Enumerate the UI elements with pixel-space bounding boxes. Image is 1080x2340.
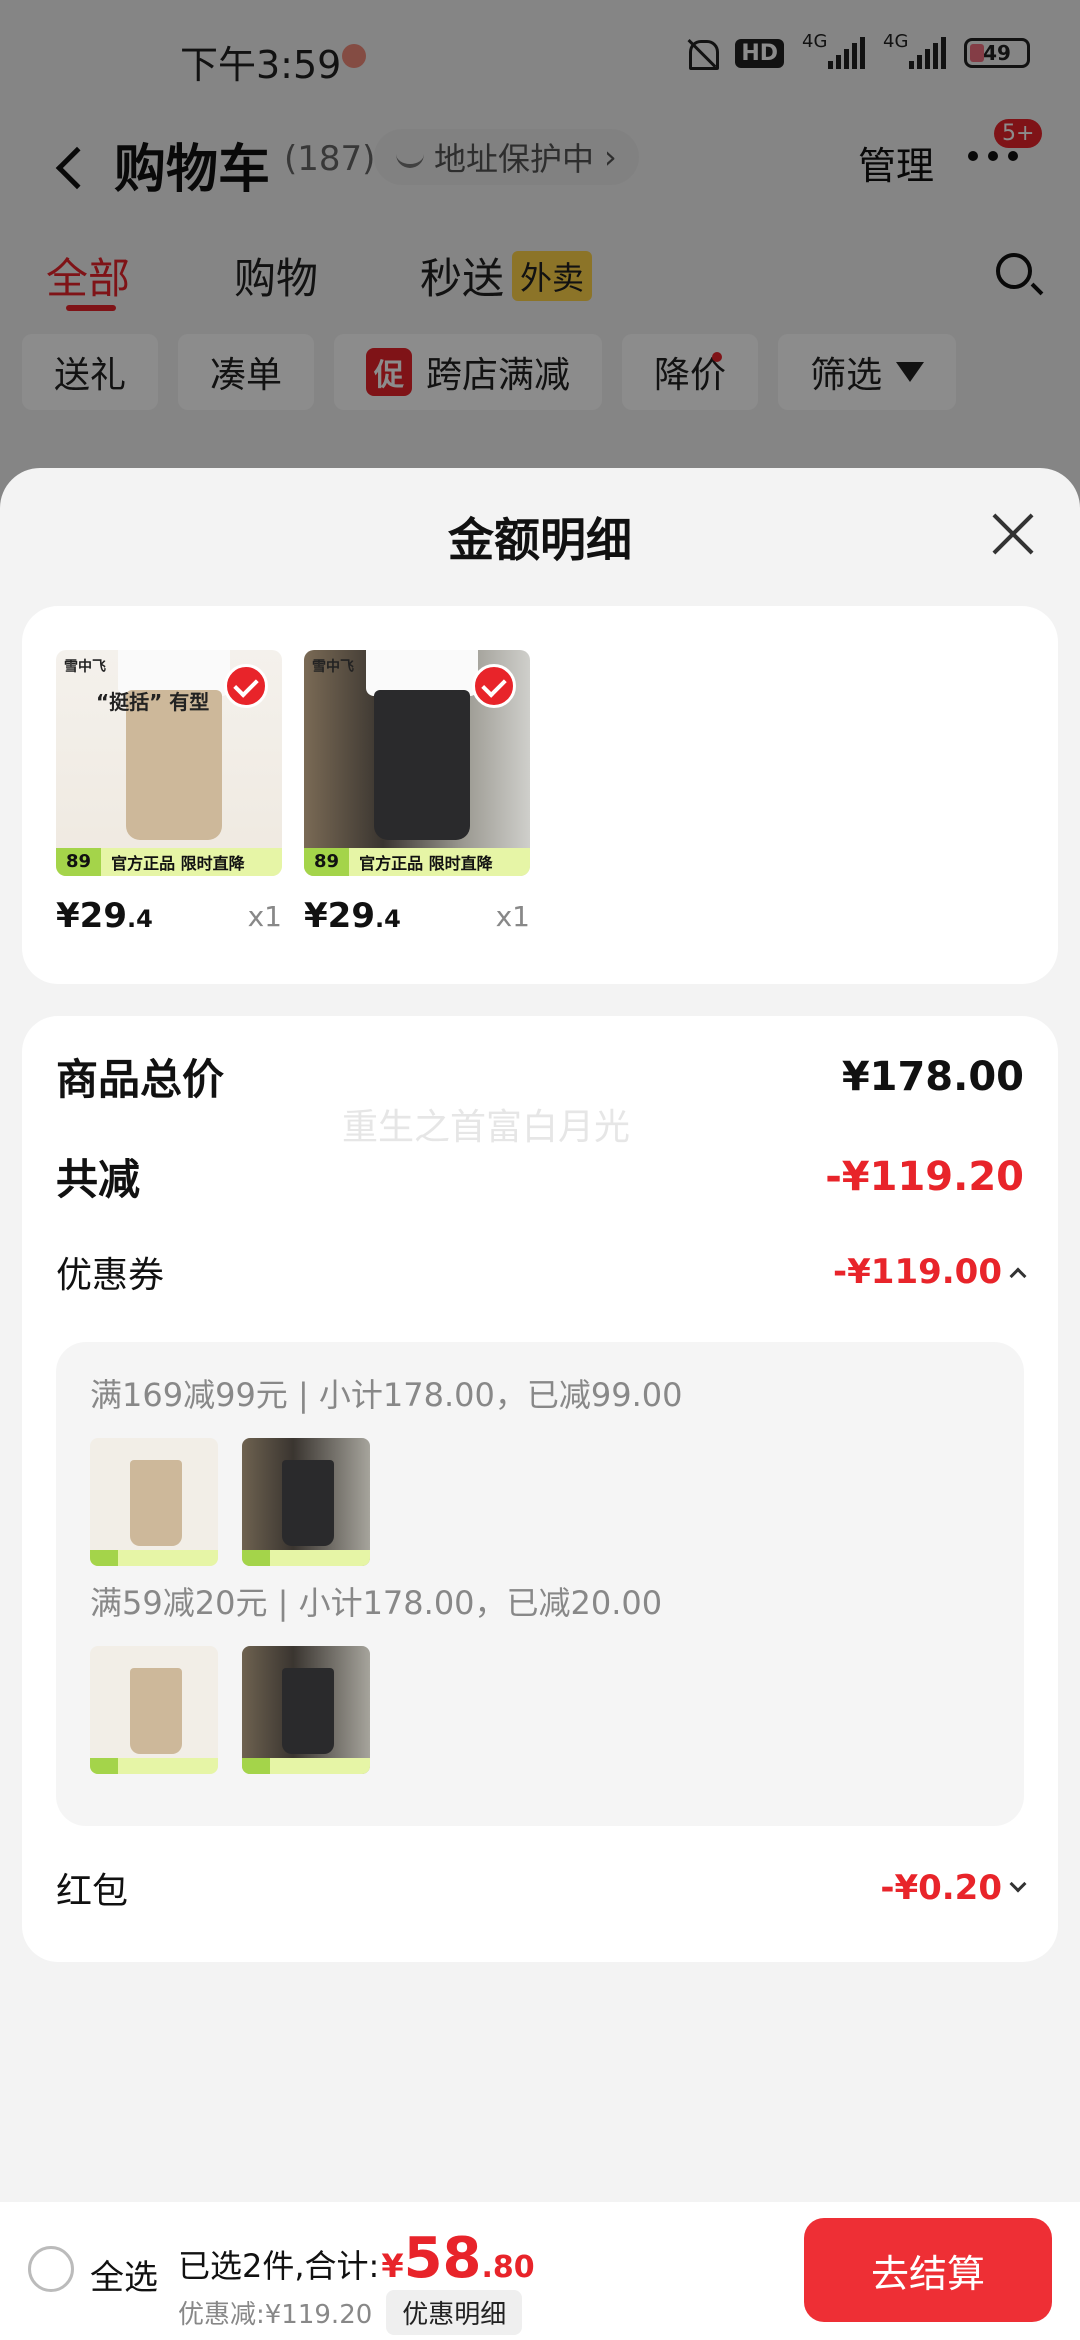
check-icon (472, 664, 516, 708)
chevron-down-icon (1009, 1875, 1027, 1893)
select-all-radio[interactable] (28, 2246, 74, 2292)
mini-product-image (242, 1438, 370, 1566)
amount-detail-sheet: 金额明细 雪中飞 “挺括” 有型 89 官方正品 限时直降 ¥29.4 x1 雪… (0, 468, 1080, 2340)
promo-price: 89 (304, 848, 350, 876)
redpacket-value: -¥0.20 (880, 1868, 1002, 1908)
cart-item[interactable]: 雪中飞 “挺括” 有型 89 官方正品 限时直降 ¥29.4 x1 (56, 650, 282, 936)
checkout-bar: 全选 已选2件,合计: ¥ 58 .80 优惠减:¥119.20 优惠明细 去结… (0, 2202, 1080, 2340)
promo-strip: 89 官方正品 限时直降 (56, 848, 282, 876)
promo-strip: 89 官方正品 限时直降 (304, 848, 530, 876)
product-slogan: “挺括” 有型 (96, 690, 210, 714)
coupon-items (90, 1646, 370, 1774)
selected-count: 已选2件,合计: (178, 2247, 380, 2285)
total-amount-decimal: .80 (481, 2250, 535, 2285)
total-row: 商品总价 ¥178.00 (56, 1046, 1024, 1107)
total-summary: 已选2件,合计: ¥ 58 .80 (178, 2226, 535, 2291)
reduce-value: -¥119.20 (825, 1153, 1024, 1200)
total-label: 商品总价 (56, 1055, 225, 1104)
price-detail-card: 重生之首富白月光 商品总价 ¥178.00 共减 -¥119.20 优惠券 -¥… (22, 1016, 1058, 1962)
coupon-row[interactable]: 优惠券 -¥119.00 (56, 1246, 1027, 1298)
discount-text: 优惠减:¥119.20 (178, 2300, 373, 2330)
promo-text: 官方正品 限时直降 (359, 854, 493, 873)
coupon-value: -¥119.00 (833, 1252, 1002, 1292)
redpacket-label: 红包 (56, 1871, 129, 1912)
item-price: ¥29.4 (56, 896, 153, 936)
cart-item[interactable]: 雪中飞 89 官方正品 限时直降 ¥29.4 x1 (304, 650, 530, 936)
total-value: ¥178.00 (841, 1053, 1024, 1100)
redpacket-value-group: -¥0.20 (880, 1868, 1027, 1908)
discount-detail-button[interactable]: 优惠明细 (386, 2290, 523, 2335)
check-icon (224, 664, 268, 708)
coupon-label: 优惠券 (56, 1255, 165, 1296)
mini-product-image (90, 1438, 218, 1566)
coupon-value-group: -¥119.00 (833, 1252, 1027, 1292)
product-image: 雪中飞 89 官方正品 限时直降 (304, 650, 530, 876)
mini-product-image (242, 1646, 370, 1774)
total-amount-integer: 58 (403, 2226, 482, 2291)
chevron-up-icon (1009, 1267, 1027, 1285)
promo-text: 官方正品 限时直降 (111, 854, 245, 873)
reduce-label: 共减 (56, 1155, 141, 1204)
sheet-title: 金额明细 (448, 513, 632, 567)
close-icon[interactable] (990, 512, 1034, 556)
item-quantity: x1 (247, 900, 282, 933)
product-brand: 雪中飞 (64, 659, 106, 675)
discount-summary: 优惠减:¥119.20 优惠明细 (178, 2290, 523, 2335)
product-brand: 雪中飞 (312, 659, 354, 675)
selected-items-card: 雪中飞 “挺括” 有型 89 官方正品 限时直降 ¥29.4 x1 雪中飞 89… (22, 606, 1058, 984)
redpacket-row[interactable]: 红包 -¥0.20 (56, 1862, 1027, 1914)
product-image: 雪中飞 “挺括” 有型 89 官方正品 限时直降 (56, 650, 282, 876)
checkout-button[interactable]: 去结算 (804, 2218, 1052, 2322)
coupon-line: 满169减99元 | 小计178.00，已减99.00 (90, 1376, 683, 1414)
reduce-row: 共减 -¥119.20 (56, 1146, 1024, 1207)
select-all-label[interactable]: 全选 (90, 2250, 158, 2299)
coupon-detail-box: 满169减99元 | 小计178.00，已减99.00 满59减20元 | 小计… (56, 1342, 1024, 1826)
price-decimal: .4 (374, 905, 401, 933)
price-main: ¥29 (56, 896, 127, 936)
coupon-line: 满59减20元 | 小计178.00，已减20.00 (90, 1584, 663, 1622)
promo-price: 89 (56, 848, 102, 876)
price-decimal: .4 (126, 905, 153, 933)
item-quantity: x1 (495, 900, 530, 933)
item-price: ¥29.4 (304, 896, 401, 936)
coupon-items (90, 1438, 370, 1566)
currency-symbol: ¥ (381, 2247, 404, 2285)
mini-product-image (90, 1646, 218, 1774)
price-main: ¥29 (304, 896, 375, 936)
